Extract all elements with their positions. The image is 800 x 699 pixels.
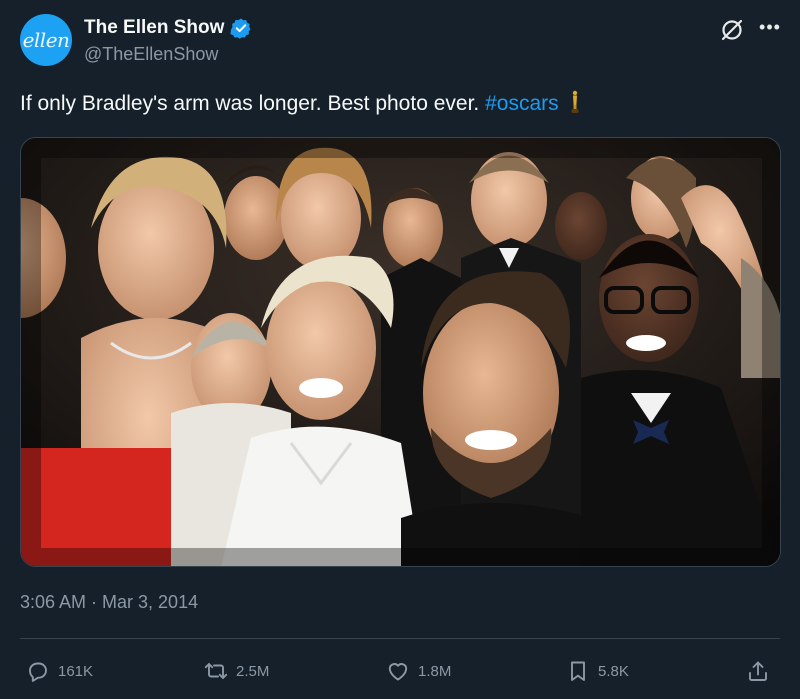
author-name-row[interactable]: The Ellen Show — [84, 17, 252, 39]
more-icon[interactable]: ••• — [754, 12, 786, 42]
oscar-statuette-icon — [571, 90, 579, 113]
hashtag-link[interactable]: #oscars — [485, 92, 559, 115]
tweet-photo[interactable] — [20, 137, 781, 567]
heart-icon — [388, 663, 408, 681]
retweet-count: 2.5M — [236, 662, 270, 680]
grok-icon[interactable] — [718, 16, 746, 44]
avatar-logo-text: ellen — [22, 28, 70, 52]
avatar[interactable]: ellen — [20, 14, 72, 66]
tweet-timestamp[interactable]: 3:06 AM · Mar 3, 2014 — [20, 592, 198, 613]
tweet-body: If only Bradley's arm was longer. Best p… — [20, 92, 480, 115]
share-button[interactable] — [746, 656, 770, 686]
share-icon — [749, 661, 767, 681]
tweet: ellen The Ellen Show @TheEllenShow ••• I… — [0, 0, 800, 699]
author-handle[interactable]: @TheEllenShow — [84, 44, 218, 65]
verified-badge-icon — [230, 18, 251, 39]
retweet-button[interactable]: 2.5M — [204, 656, 269, 686]
reply-icon — [29, 662, 47, 682]
bookmark-count: 5.8K — [598, 662, 629, 680]
reply-count: 161K — [58, 662, 94, 680]
tweet-text: If only Bradley's arm was longer. Best p… — [20, 90, 780, 118]
reply-button[interactable]: 161K — [26, 656, 93, 686]
retweet-icon — [204, 663, 228, 679]
like-button[interactable]: 1.8M — [386, 656, 451, 686]
like-count: 1.8M — [418, 662, 452, 680]
bookmark-icon — [571, 661, 585, 681]
display-name[interactable]: The Ellen Show — [84, 17, 224, 39]
divider — [20, 638, 780, 639]
bookmark-button[interactable]: 5.8K — [566, 656, 629, 686]
group-selfie-image — [21, 138, 780, 566]
